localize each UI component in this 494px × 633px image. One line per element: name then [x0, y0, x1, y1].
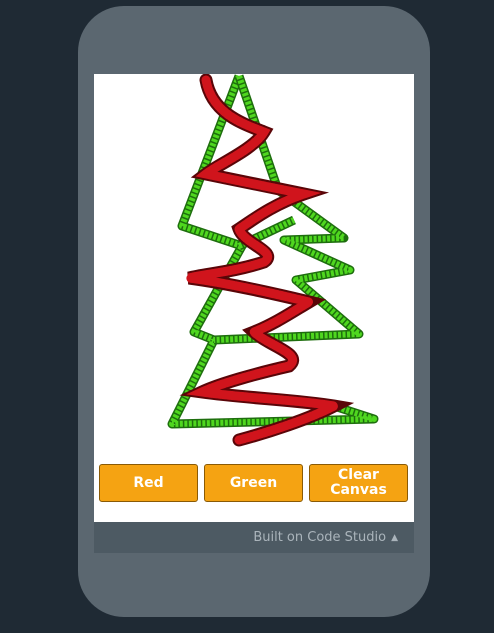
red-button[interactable]: Red: [99, 464, 198, 502]
code-studio-footer[interactable]: Built on Code Studio ▲: [94, 522, 414, 553]
triangle-up-icon: ▲: [391, 532, 398, 543]
app-screen: Red Green Clear Canvas: [94, 74, 414, 522]
drawing-canvas[interactable]: [94, 74, 414, 459]
footer-label: Built on Code Studio: [253, 530, 387, 545]
clear-canvas-button[interactable]: Clear Canvas: [309, 464, 408, 502]
green-button[interactable]: Green: [204, 464, 303, 502]
red-spiral-ribbon: [179, 74, 355, 447]
